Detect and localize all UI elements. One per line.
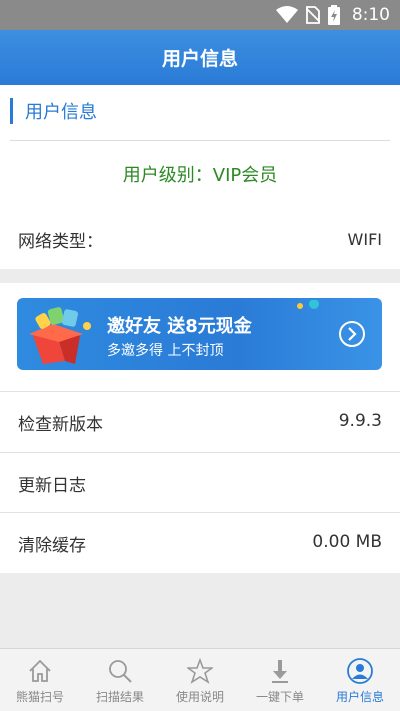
status-time: 8:10 [351,5,390,25]
bottom-tab-bar: 熊猫扫号 扫描结果 使用说明 一键下单 用户信息 [0,648,400,711]
banner-title: 邀好友 送8元现金 [107,316,252,337]
network-type-value: WIFI [347,230,382,249]
home-icon [29,659,51,682]
version-value: 9.9.3 [338,411,382,431]
section-accent-bar [10,98,13,124]
row-label: 更新日志 [18,476,86,496]
star-icon [187,658,213,684]
wifi-icon [275,6,298,23]
tab-home[interactable]: 熊猫扫号 [0,649,80,711]
network-type-label: 网络类型： [18,232,103,252]
tab-label: 扫描结果 [95,690,144,704]
vip-level-text: 用户级别：VIP会员 [122,165,278,186]
divider [10,140,390,141]
tab-scan-results[interactable]: 扫描结果 [80,649,160,711]
status-icons: 8:10 [275,5,390,25]
user-icon [347,658,373,684]
changelog-row[interactable]: 更新日志 [0,452,400,512]
tab-user-info[interactable]: 用户信息 [320,649,400,711]
no-sim-icon [305,6,320,24]
chevron-right-circle-icon [339,321,365,347]
row-label: 检查新版本 [18,415,103,435]
status-bar: 8:10 [0,0,400,30]
gift-box-icon [29,307,91,364]
tab-one-click-order[interactable]: 一键下单 [240,649,320,711]
settings-card: 邀好友 送8元现金 多邀多得 上不封顶 检查新版本 9.9.3 更新日志 清除缓… [0,283,400,573]
tab-label: 使用说明 [175,690,224,704]
tab-label: 熊猫扫号 [15,690,64,704]
banner-subtitle: 多邀多得 上不封顶 [107,343,224,359]
row-label: 清除缓存 [18,536,86,556]
cache-size-value: 0.00 MB [312,532,382,552]
search-icon [109,660,132,683]
invite-friends-banner[interactable]: 邀好友 送8元现金 多邀多得 上不封顶 [17,298,382,370]
section-header: 用户信息 [10,98,97,124]
check-update-row[interactable]: 检查新版本 9.9.3 [0,391,400,451]
title-bar: 用户信息 [0,30,400,85]
tab-instructions[interactable]: 使用说明 [160,649,240,711]
page-title: 用户信息 [161,48,238,70]
decorative-dots [297,300,319,309]
tab-label: 一键下单 [255,690,304,704]
section-title: 用户信息 [25,102,97,123]
user-info-card: 用户信息 用户级别：VIP会员 网络类型： WIFI [0,85,400,269]
clear-cache-row[interactable]: 清除缓存 0.00 MB [0,512,400,572]
download-arrow-icon [272,660,288,683]
battery-charging-icon [327,5,340,25]
tab-label: 用户信息 [335,690,384,704]
